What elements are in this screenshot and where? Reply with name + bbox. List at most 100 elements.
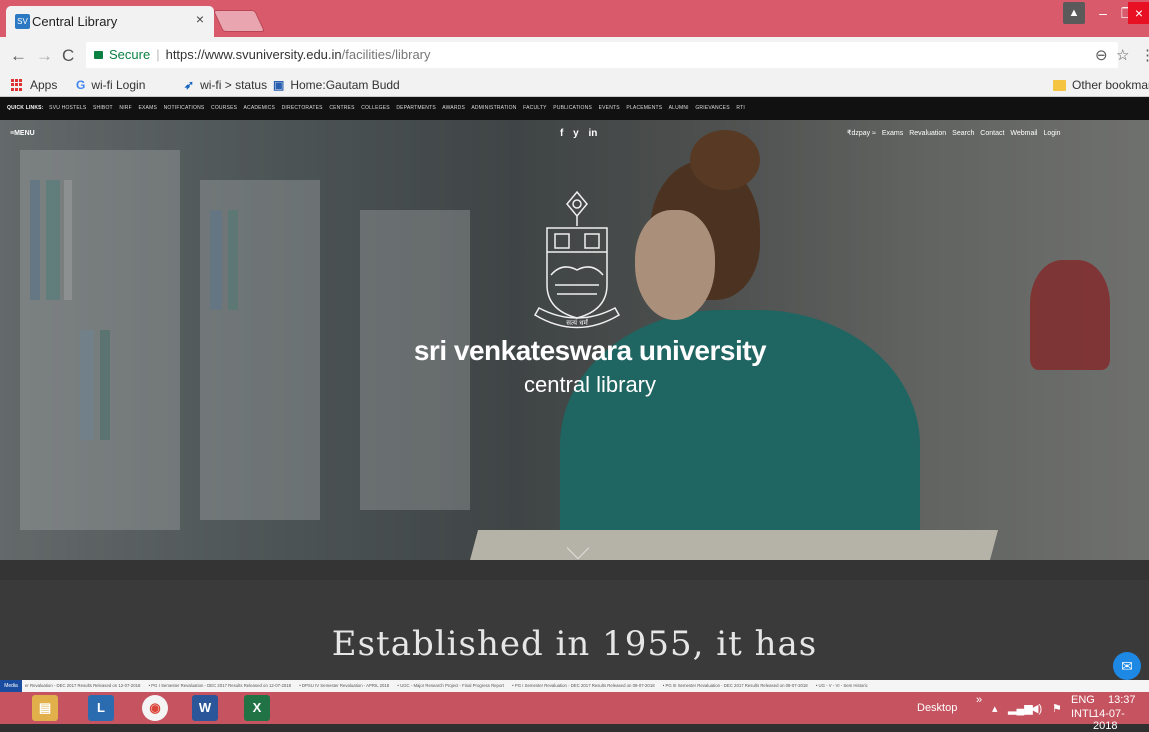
quick-link[interactable]: COLLEGES xyxy=(361,105,390,111)
facebook-icon[interactable]: f xyxy=(560,128,563,139)
quick-link[interactable]: ACADEMICS xyxy=(243,105,275,111)
quick-link[interactable]: SVU HOSTELS xyxy=(49,105,86,111)
quick-links-title: QUICK LINKS: xyxy=(7,105,44,111)
quick-link[interactable]: DIRECTORATES xyxy=(282,105,323,111)
address-bar[interactable]: Secure | https://www.svuniversity.edu.in/f… xyxy=(86,42,1118,68)
quick-link[interactable]: EVENTS xyxy=(599,105,620,111)
exams-link[interactable]: Exams xyxy=(882,130,903,137)
menu-button[interactable]: ≡MENU xyxy=(10,130,35,137)
quick-link[interactable]: AWARDS xyxy=(442,105,465,111)
tab-title: Central Library xyxy=(32,14,118,29)
twitter-icon[interactable]: y xyxy=(573,128,579,139)
search-link[interactable]: Search xyxy=(952,130,974,137)
emblem-motto: सत्यं धर्मं xyxy=(566,318,589,327)
tab-central-library[interactable]: SV Central Library × xyxy=(6,6,214,37)
flag-icon[interactable]: ⚑ xyxy=(1052,702,1062,715)
about-section: Established in 1955, it has xyxy=(0,580,1149,680)
url-host: https://www.svuniversity.edu.in xyxy=(165,47,342,62)
quick-link[interactable]: ADMINISTRATION xyxy=(471,105,516,111)
ticker-item[interactable]: er Revaluation - DEC 2017 Results Releas… xyxy=(25,683,140,688)
quick-link[interactable]: PUBLICATIONS xyxy=(553,105,592,111)
ticker-item[interactable]: PG I Semester Revaluation - DEC 2017 Res… xyxy=(151,683,291,688)
browser-toolbar: ← → C Secure | https://www.svuniversity.ed… xyxy=(0,37,1149,73)
language-indicator[interactable]: ENG xyxy=(1071,694,1095,706)
tab-close-icon[interactable]: × xyxy=(196,11,204,27)
dolphin-icon: ➶ xyxy=(184,78,195,92)
quick-link[interactable]: CENTRES xyxy=(329,105,354,111)
back-arrow-icon[interactable]: ← xyxy=(10,46,27,66)
hero-title: sri venkateswara university xyxy=(413,335,767,366)
media-label: Media xyxy=(0,680,22,692)
ticker-item[interactable]: PG III Semester Revaluation - DEC 2017 R… xyxy=(666,683,808,688)
new-tab-button[interactable] xyxy=(212,10,266,32)
chrome-menu-icon[interactable]: ⋮ xyxy=(1140,46,1149,64)
close-window-button[interactable]: × xyxy=(1128,2,1149,24)
bookmark-star-icon[interactable]: ☆ xyxy=(1116,46,1129,64)
university-emblem-icon: सत्यं धर्मं xyxy=(533,190,621,329)
bookmark-wifi-login[interactable]: G wi-fi Login xyxy=(76,78,145,92)
quick-link[interactable]: COURSES xyxy=(211,105,237,111)
messenger-chat-icon[interactable]: ✉ xyxy=(1113,652,1141,680)
contact-link[interactable]: Contact xyxy=(980,130,1004,137)
tray-up-icon[interactable]: ▴ xyxy=(992,702,998,715)
clock-date[interactable]: 14-07-2018 xyxy=(1093,708,1149,732)
dzpay-link[interactable]: ₹dzpay ≈ xyxy=(847,130,876,137)
user-profile-icon[interactable]: ▲ xyxy=(1063,2,1085,24)
url-path: /facilities/library xyxy=(341,47,431,62)
bookmarks-bar: Apps G wi-fi Login ➶ wi-fi > status ▣ Ho… xyxy=(0,73,1149,97)
bookmark-apps[interactable]: Apps xyxy=(11,78,57,92)
linkedin-icon[interactable]: in xyxy=(588,128,597,139)
ticker-item[interactable]: PG I Semester Revaluation - DEC 2017 Res… xyxy=(515,683,655,688)
ticker-item[interactable]: DPSU IV Semester Revaluation - APRIL 201… xyxy=(302,683,389,688)
quick-link[interactable]: NIRF xyxy=(119,105,131,111)
chevron-icon[interactable]: » xyxy=(976,694,982,706)
secure-label: Secure xyxy=(109,47,151,62)
hero-subtitle: central library xyxy=(523,372,657,397)
top-utility-links: ₹dzpay ≈ Exams Revaluation Search Contac… xyxy=(847,129,1065,137)
word-icon[interactable]: W xyxy=(192,695,218,721)
site-favicon-icon: ▣ xyxy=(273,78,285,92)
apps-grid-icon xyxy=(11,79,23,91)
google-icon: G xyxy=(76,78,86,92)
lock-icon xyxy=(94,51,103,59)
bookmark-gautam-budd[interactable]: ▣ Home:Gautam Budd xyxy=(273,78,400,92)
quick-link[interactable]: EXAMS xyxy=(138,105,157,111)
volume-icon[interactable]: ◀) xyxy=(1030,702,1042,715)
folder-icon xyxy=(1053,79,1066,91)
excel-icon[interactable]: X xyxy=(244,695,270,721)
reload-icon[interactable]: C xyxy=(62,46,74,66)
quick-link[interactable]: NOTIFICATIONS xyxy=(164,105,205,111)
keyboard-layout: INTL xyxy=(1071,708,1095,720)
zoom-icon[interactable]: ⊖ xyxy=(1095,46,1108,64)
other-bookmarks[interactable]: Other bookmark xyxy=(1053,78,1149,92)
webmail-link[interactable]: Webmail xyxy=(1010,130,1037,137)
quick-link[interactable]: RTI xyxy=(736,105,745,111)
ticker-item[interactable]: UGC - Major Research Project - Final Pro… xyxy=(400,683,504,688)
browser-tab-strip: SV Central Library × ▲ – ❐ × xyxy=(0,0,1149,37)
quick-link[interactable]: PLACEMENTS xyxy=(626,105,662,111)
file-explorer-icon[interactable]: ▤ xyxy=(32,695,58,721)
revaluation-link[interactable]: Revaluation xyxy=(909,130,946,137)
desktop-toolbar[interactable]: Desktop xyxy=(917,702,957,714)
quick-link[interactable]: ALUMNI xyxy=(669,105,689,111)
quick-link[interactable]: SHIBOT xyxy=(93,105,113,111)
about-heading: Established in 1955, it has xyxy=(331,624,818,664)
hero-banner: ≡MENU f y in ₹dzpay ≈ Exams Revaluation … xyxy=(0,120,1149,580)
chrome-icon[interactable]: ◉ xyxy=(142,695,168,721)
quick-link[interactable]: FACULTY xyxy=(523,105,547,111)
forward-arrow-icon[interactable]: → xyxy=(36,46,53,66)
svu-favicon-icon: SV xyxy=(15,14,30,29)
ticker-item[interactable]: UG - V - VI - Sem Historic xyxy=(819,683,868,688)
lync-icon[interactable]: L xyxy=(88,695,114,721)
quick-links-bar: QUICK LINKS: SVU HOSTELS SHIBOT NIRF EXA… xyxy=(0,97,1149,120)
quick-link[interactable]: DEPARTMENTS xyxy=(396,105,436,111)
network-icon[interactable]: ▂▄▆ xyxy=(1008,702,1033,715)
minimize-button[interactable]: – xyxy=(1090,2,1116,24)
social-links: f y in xyxy=(560,128,604,139)
clock-time[interactable]: 13:37 xyxy=(1108,694,1136,706)
windows-taskbar: ▤ L ◉ W X Desktop » ▴ ▂▄▆ ◀) ⚑ ENG INTL … xyxy=(0,692,1149,732)
news-ticker: Media er Revaluation - DEC 2017 Results … xyxy=(0,680,1149,692)
login-link[interactable]: Login xyxy=(1043,130,1060,137)
quick-link[interactable]: GRIEVANCES xyxy=(695,105,729,111)
bookmark-wifi-status[interactable]: ➶ wi-fi > status xyxy=(184,78,267,92)
